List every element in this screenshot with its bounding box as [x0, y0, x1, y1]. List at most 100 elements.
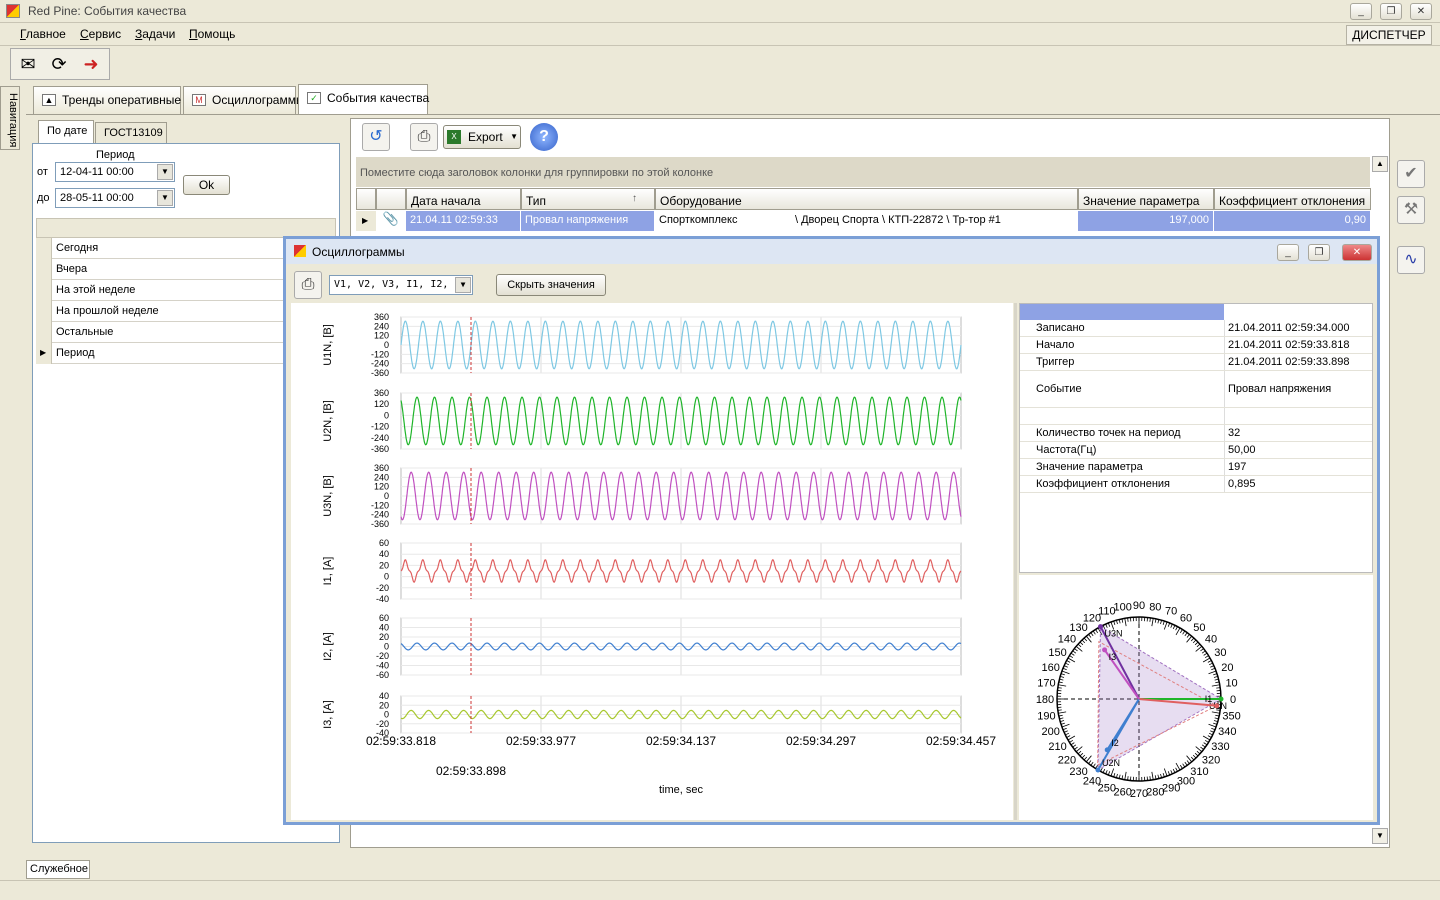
- export-button[interactable]: X Export ▼: [443, 125, 521, 149]
- tick-mark: [1127, 776, 1129, 781]
- col-deviation-coef[interactable]: Коэффициент отклонения: [1214, 188, 1371, 210]
- chevron-down-icon[interactable]: ▼: [455, 277, 471, 293]
- y-tick-label: 0: [384, 410, 389, 420]
- dialog-close-button[interactable]: ✕: [1342, 244, 1372, 261]
- info-value: 21.04.2011 02:59:33.818: [1228, 339, 1350, 351]
- ok-button[interactable]: Ok: [183, 175, 230, 195]
- cell-deviation-coef[interactable]: 0,90: [1214, 211, 1371, 231]
- angle-label: 130: [1069, 622, 1087, 634]
- equipment-name: Спорткомплекс: [659, 214, 738, 226]
- chevron-down-icon[interactable]: ▼: [157, 164, 173, 180]
- hide-values-button[interactable]: Скрыть значения: [496, 274, 606, 296]
- attach-col: [376, 188, 406, 210]
- list-item[interactable]: Остальные: [36, 322, 296, 343]
- vector-tip: [1214, 703, 1220, 709]
- group-by-hint[interactable]: Поместите сюда заголовок колонки для гру…: [356, 157, 1370, 187]
- help-icon[interactable]: ?: [530, 123, 558, 151]
- angle-label: 200: [1041, 726, 1059, 738]
- scroll-up-button[interactable]: ▲: [1372, 156, 1388, 172]
- tab-quality-events[interactable]: ✓ События качества: [298, 84, 429, 114]
- tick-mark: [1060, 676, 1065, 678]
- role-button[interactable]: ДИСПЕТЧЕР: [1346, 25, 1432, 45]
- list-item[interactable]: Вчера: [36, 259, 296, 280]
- col-start-date[interactable]: Дата начала: [406, 188, 521, 210]
- vector-label: I3: [1109, 652, 1117, 662]
- print-icon[interactable]: ⎙: [294, 271, 322, 299]
- tick-mark: [1163, 621, 1168, 630]
- x-axis-label: time, sec: [659, 784, 704, 796]
- tab-oscillograms[interactable]: M Осциллограммы: [183, 86, 305, 114]
- oscillogram-icon[interactable]: ∿: [1397, 246, 1425, 274]
- info-value: 50,00: [1228, 444, 1256, 456]
- tick-mark: [1107, 771, 1111, 776]
- menu-help[interactable]: Помощь: [189, 27, 235, 41]
- tab-gost[interactable]: ГОСТ13109: [95, 122, 167, 144]
- close-button[interactable]: ✕: [1410, 3, 1432, 20]
- vector-tip: [1102, 647, 1108, 653]
- col-equipment[interactable]: Оборудование: [655, 188, 1078, 210]
- undo-icon[interactable]: ↺: [362, 123, 390, 151]
- y-axis-label: U2N, [B]: [322, 400, 334, 442]
- y-axis-label: I1, [A]: [322, 557, 334, 586]
- tick-mark: [1083, 756, 1088, 761]
- y-axis-label: U3N, [B]: [322, 475, 334, 517]
- exit-icon[interactable]: ➜: [77, 50, 105, 78]
- tick-mark: [1203, 742, 1208, 746]
- tick-mark: [1170, 770, 1173, 775]
- tick-mark: [1079, 641, 1084, 646]
- to-date-select[interactable]: 28-05-11 00:00 ▼: [55, 188, 175, 208]
- attachment-icon[interactable]: 📎: [376, 211, 406, 231]
- menu-service[interactable]: Сервис: [80, 27, 121, 41]
- info-value: 21.04.2011 02:59:33.898: [1228, 356, 1350, 368]
- app-icon: [294, 245, 306, 257]
- tab-by-date[interactable]: По дате: [38, 120, 94, 144]
- navigation-strip[interactable]: Навигация: [0, 86, 20, 150]
- status-bar: [0, 880, 1440, 900]
- tab-trends[interactable]: ▲ Тренды оперативные: [33, 86, 181, 114]
- oscillogram-chart[interactable]: 360 240 120 0 -120 -240 -360 U1N, [B] 360 120 0 -12…: [291, 303, 1013, 820]
- minimize-button[interactable]: _: [1350, 3, 1372, 20]
- mail-icon[interactable]: ✉: [14, 50, 42, 78]
- cell-equipment[interactable]: Спорткомплекс \ Дворец Спорта \ КТП-22872…: [655, 211, 1078, 231]
- y-axis-label: I2, [A]: [322, 632, 334, 661]
- chevron-down-icon[interactable]: ▼: [510, 126, 518, 148]
- dialog-minimize-button[interactable]: _: [1277, 244, 1299, 261]
- tick-mark: [1083, 637, 1088, 642]
- tick-mark: [1190, 637, 1195, 642]
- tick-mark: [1102, 768, 1106, 773]
- angle-label: 60: [1180, 613, 1192, 625]
- list-item[interactable]: На этой неделе: [36, 280, 296, 301]
- refresh-icon[interactable]: ⟳: [45, 50, 73, 78]
- cell-type[interactable]: Провал напряжения: [521, 211, 655, 231]
- tick-mark: [1057, 709, 1062, 711]
- list-item[interactable]: На прошлой неделе: [36, 301, 296, 322]
- maximize-button[interactable]: ❐: [1380, 3, 1402, 20]
- angle-label: 340: [1218, 726, 1236, 738]
- y-tick-label: 60: [379, 613, 389, 623]
- from-date-select[interactable]: 12-04-11 00:00 ▼: [55, 162, 175, 182]
- tick-mark: [1070, 742, 1075, 746]
- scroll-down-button[interactable]: ▼: [1372, 828, 1388, 844]
- service-tab[interactable]: Служебное: [26, 860, 90, 879]
- cell-param-value[interactable]: 197,000: [1078, 211, 1214, 231]
- info-row: Записано 21.04.2011 02:59:34.000: [1020, 320, 1372, 337]
- splitter[interactable]: [1014, 303, 1017, 820]
- vector-label: I1: [1205, 694, 1213, 704]
- chevron-down-icon[interactable]: ▼: [157, 190, 173, 206]
- menu-tasks[interactable]: Задачи: [135, 27, 175, 41]
- print-icon[interactable]: ⎙: [410, 123, 438, 151]
- channel-select[interactable]: V1, V2, V3, I1, I2, I3 ▼: [329, 275, 473, 295]
- cell-start-date[interactable]: 21.04.11 02:59:33: [406, 211, 521, 231]
- menu-main[interactable]: Главное: [20, 27, 66, 41]
- list-item[interactable]: ▶ Период: [36, 343, 296, 364]
- dialog-maximize-button[interactable]: ❐: [1308, 244, 1330, 261]
- info-header: [1020, 304, 1224, 320]
- tick-mark: [1149, 776, 1151, 781]
- list-item-label: Остальные: [56, 326, 114, 338]
- check-icon[interactable]: ✔: [1397, 160, 1425, 188]
- tick-mark: [1063, 665, 1068, 668]
- tool-icon[interactable]: ⚒: [1397, 196, 1425, 224]
- list-item[interactable]: Сегодня: [36, 238, 296, 259]
- col-param-value[interactable]: Значение параметра: [1078, 188, 1214, 210]
- y-tick-label: 40: [379, 549, 389, 559]
